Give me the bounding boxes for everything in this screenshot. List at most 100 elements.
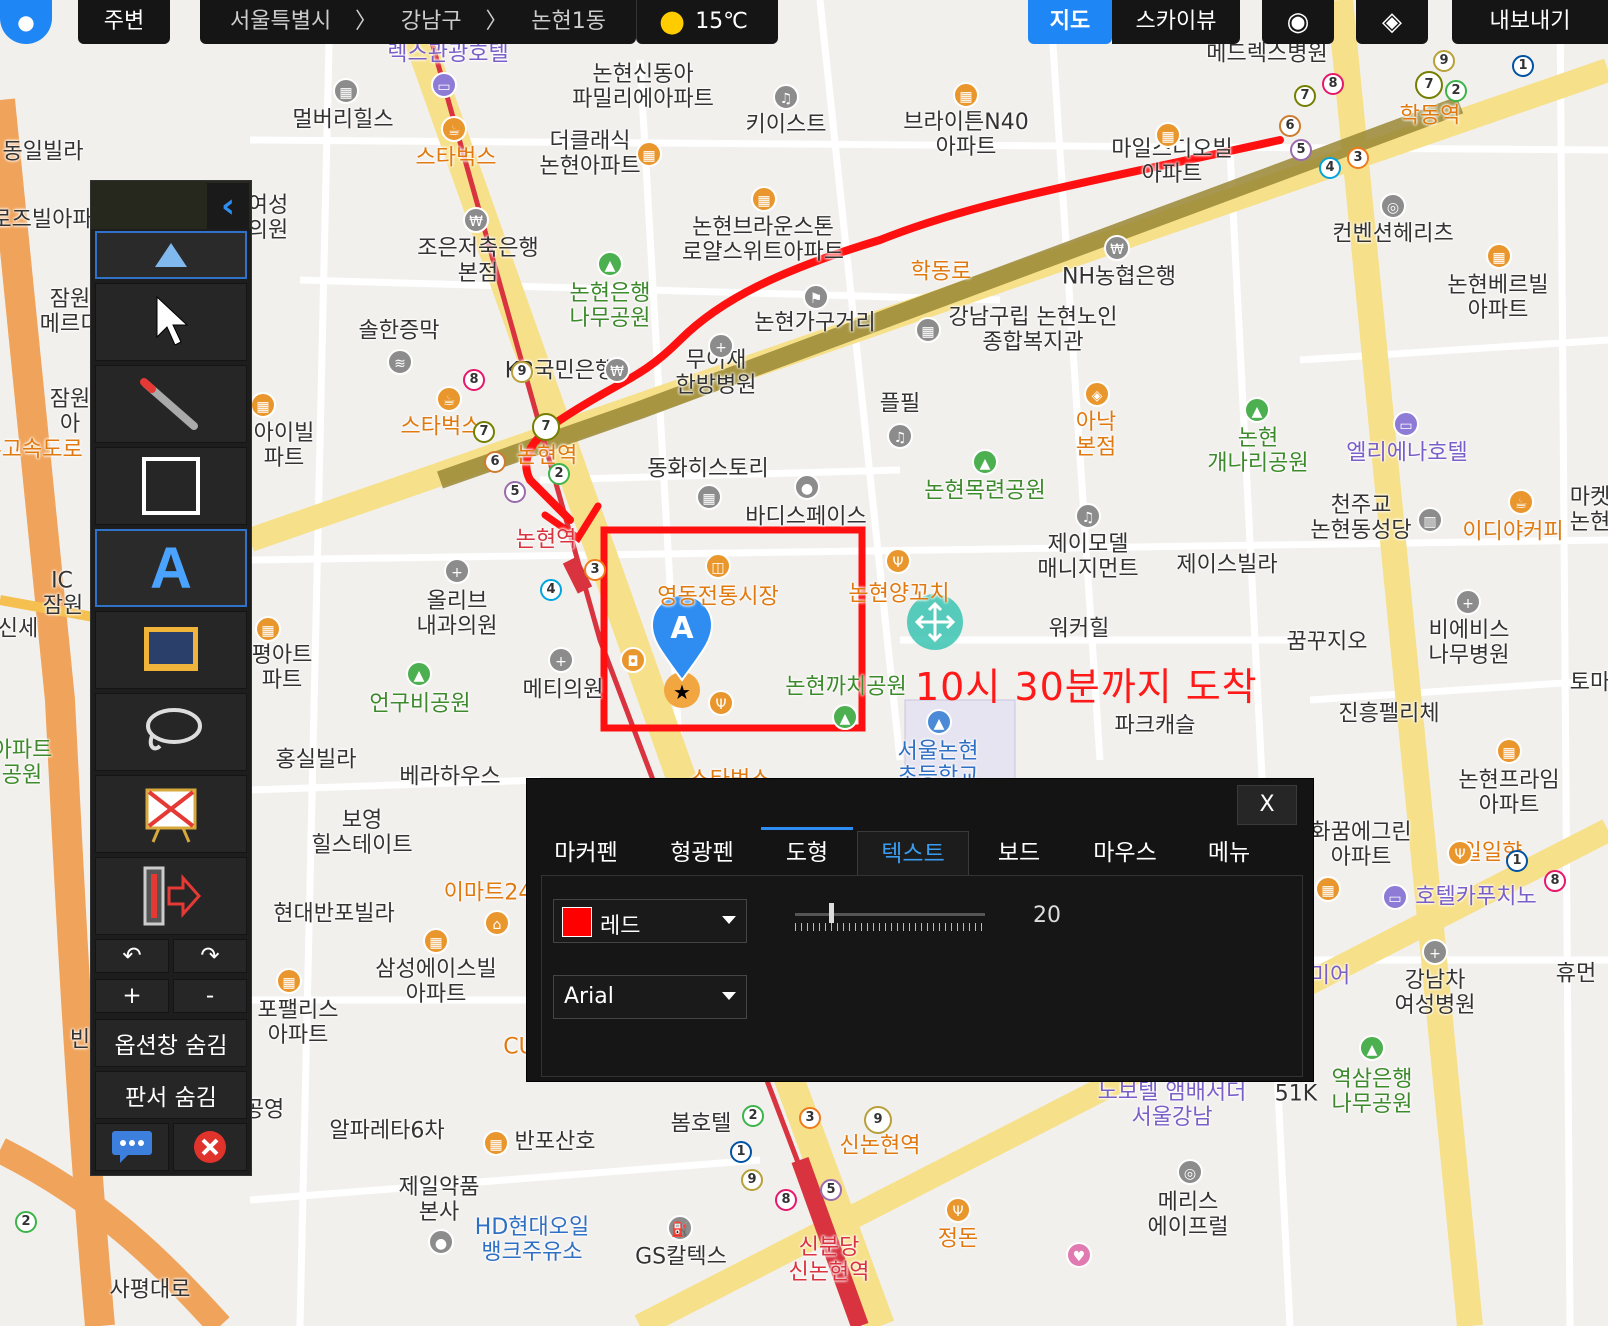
select-tool-button[interactable] [95, 283, 247, 361]
map-label[interactable]: HD현대오일 뱅크주유소 [475, 1215, 589, 1265]
board-tool-button[interactable] [95, 611, 247, 689]
map-label[interactable]: 논현목련공원 [924, 479, 1045, 504]
map-label[interactable]: 언구비공원 [369, 692, 470, 717]
map-label[interactable]: 키이스트 [746, 113, 827, 138]
map-label[interactable]: 멀버리힐스 [292, 108, 393, 133]
map-label[interactable]: 논현은행 나무공원 [570, 281, 651, 331]
map-label[interactable]: 보영 힐스테이트 [311, 808, 412, 858]
map-label[interactable]: 봄호텔 [671, 1112, 732, 1137]
map-label[interactable]: 논현브라운스톤 로얄스위트아파트 [682, 215, 844, 265]
map-label[interactable]: 정돈 [938, 1227, 978, 1252]
map-label[interactable]: 메티의원 [523, 678, 604, 703]
shape-tool-button[interactable] [95, 447, 247, 525]
map-label[interactable]: 빈 [70, 1028, 90, 1053]
map-label[interactable]: 강남구립 논현노인 종합복지관 [949, 305, 1118, 355]
close-toolbox-button[interactable] [173, 1123, 247, 1171]
map-label[interactable]: 역삼은행 나무공원 [1332, 1067, 1413, 1117]
nearby-button[interactable]: 주변 [78, 0, 170, 44]
map-label[interactable]: 삼성에이스빌 아파트 [375, 957, 496, 1007]
slider-thumb[interactable] [829, 903, 834, 923]
map-label[interactable]: 조은저축은행 본점 [417, 236, 538, 286]
undo-button[interactable]: ↶ [95, 939, 169, 973]
map-label[interactable]: 잠원 아 [50, 387, 90, 437]
map-label[interactable]: 파크캐슬 [1115, 714, 1196, 739]
map-label[interactable]: 홍실빌라 [276, 748, 357, 773]
map-label[interactable]: 컨벤션헤리츠 [1332, 222, 1453, 247]
map-label[interactable]: 휴먼 [1556, 962, 1596, 987]
size-slider[interactable] [795, 903, 987, 933]
map-label[interactable]: 신분당 신논현역 [789, 1235, 870, 1285]
map-label[interactable]: 논현 개나리공원 [1207, 426, 1308, 476]
dialog-close-button[interactable]: X [1237, 785, 1297, 825]
map-label[interactable]: 동화히스토리 [647, 457, 768, 482]
breadcrumb-district[interactable]: 강남구 [401, 11, 462, 33]
layers-button[interactable]: ◈ [1356, 0, 1428, 44]
map-label[interactable]: 메리스 에이프럴 [1148, 1190, 1229, 1240]
map-label[interactable]: 잠원 [43, 594, 83, 619]
map-label[interactable]: 워커힐 [1049, 617, 1110, 642]
skyview-button[interactable]: 스카이뷰 [1112, 0, 1240, 44]
map-label[interactable]: 현대반포빌라 [273, 902, 394, 927]
map-label[interactable]: 토마 [1570, 671, 1608, 696]
map-label[interactable]: 논현가구거리 [754, 311, 875, 336]
zoom-in-button[interactable]: + [95, 979, 169, 1013]
location-breadcrumb[interactable]: 서울특별시 〉 강남구 〉 논현1동 [200, 0, 636, 44]
map-label[interactable]: 엘리에나호텔 [1346, 441, 1467, 466]
map-label[interactable]: 제이스빌라 [1176, 553, 1277, 578]
map-label[interactable]: 플필 [880, 392, 920, 417]
map-label[interactable]: NH농협은행 [1062, 265, 1176, 290]
map-label[interactable]: 신세 [0, 617, 38, 642]
map-label[interactable]: 아낙 본점 [1076, 410, 1116, 460]
color-select[interactable]: 레드 [553, 899, 747, 943]
zoom-out-button[interactable]: - [173, 979, 247, 1013]
hide-board-button[interactable]: 판서 숨김 [95, 1071, 247, 1119]
map-label[interactable]: 솔한증막 [359, 319, 440, 344]
map-label[interactable]: 미어 [1310, 964, 1350, 989]
hide-options-button[interactable]: 옵션창 숨김 [95, 1019, 247, 1067]
map-label[interactable]: 영동전통시장 [657, 585, 778, 610]
export-button[interactable]: 내보내기 [1452, 0, 1608, 44]
tab-board[interactable]: 보드 [977, 831, 1061, 875]
map-label[interactable]: 논현역 [517, 444, 578, 469]
map-label[interactable]: 여성 의원 [248, 193, 288, 243]
lasso-tool-button[interactable] [95, 693, 247, 771]
map-label[interactable]: 렉스관광호텔 [387, 42, 508, 67]
map-label[interactable]: 꿈꾸지오 [1287, 630, 1368, 655]
map-label[interactable]: 제이모델 매니지먼트 [1037, 532, 1138, 582]
map-label[interactable]: 신논현역 [840, 1134, 921, 1159]
clear-board-button[interactable] [95, 775, 247, 853]
map-label[interactable]: 학동역 [1400, 104, 1461, 129]
map-label[interactable]: 더클래식 논현아파트 [539, 129, 640, 179]
map-label[interactable]: 메드렉스병원 [1206, 42, 1327, 67]
map-label[interactable]: 아파트 공원 [0, 738, 52, 788]
map-label[interactable]: 논현역 [516, 528, 577, 553]
map-label[interactable]: 스타벅스 [401, 415, 482, 440]
map-label[interactable]: 제일약품 본사 [399, 1175, 480, 1225]
map-label[interactable]: 논현까치공원 [785, 675, 906, 700]
map-label[interactable]: 바디스페이스 [745, 505, 866, 530]
map-label[interactable]: 진흥펠리체 [1338, 702, 1439, 727]
map-label[interactable]: 호텔카푸치노 [1415, 885, 1536, 910]
map-label[interactable]: 이마트24 [444, 881, 533, 906]
tab-mouse[interactable]: 마우스 [1075, 831, 1175, 875]
map-label[interactable]: 학동로 [911, 260, 972, 285]
map-label[interactable]: 스타벅스 [416, 146, 497, 171]
pen-tool-button[interactable] [95, 365, 247, 443]
breadcrumb-city[interactable]: 서울특별시 [230, 11, 331, 33]
map-label[interactable]: 강남차 여성병원 [1395, 968, 1476, 1018]
annotation-text[interactable]: 10시 30분까지 도착 [915, 656, 1258, 711]
map-label[interactable]: 51K [1275, 1082, 1317, 1107]
collapse-toolbox-button[interactable]: ‹ [207, 183, 249, 229]
map-label[interactable]: 논현신동아 파밀리에아파트 [572, 62, 714, 112]
map-label[interactable]: GS칼텍스 [635, 1245, 727, 1270]
map-label[interactable]: 동일빌라 [3, 140, 84, 165]
map-label[interactable]: 사평대로 [110, 1278, 191, 1303]
map-label[interactable]: 화꿈에그린 아파트 [1310, 820, 1411, 870]
map-label[interactable]: 반포산호 [515, 1130, 596, 1155]
redo-button[interactable]: ↷ [173, 939, 247, 973]
map-label[interactable]: 마켓 논현 [1570, 485, 1608, 535]
map-label[interactable]: 평아트 파트 [252, 643, 313, 693]
tab-marker-pen[interactable]: 마커펜 [541, 831, 631, 875]
map-label[interactable]: 로즈빌아파 [0, 208, 93, 233]
font-select[interactable]: Arial [553, 975, 747, 1019]
